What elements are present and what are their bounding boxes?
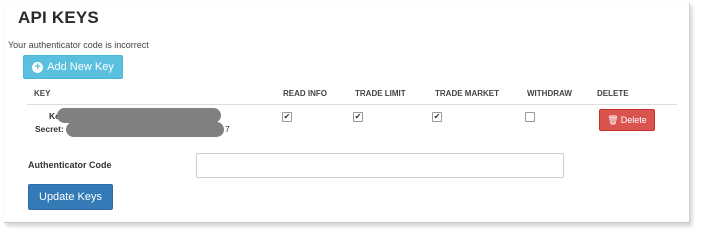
- update-keys-button[interactable]: Update Keys: [28, 184, 113, 210]
- error-message: Your authenticator code is incorrect: [8, 40, 149, 50]
- column-header-read-info: READ INFO: [283, 89, 327, 98]
- read-info-checkbox[interactable]: ✔: [282, 112, 292, 122]
- column-header-withdraw: WITHDRAW: [527, 89, 572, 98]
- delete-button[interactable]: 🗑 Delete: [599, 109, 655, 131]
- trade-market-checkbox[interactable]: ✔: [432, 112, 442, 122]
- delete-label: Delete: [620, 115, 647, 125]
- trash-icon: 🗑: [607, 114, 619, 125]
- table-header-divider: [27, 104, 677, 105]
- authenticator-code-label: Authenticator Code: [28, 160, 112, 170]
- add-new-key-label: Add New Key: [47, 61, 114, 73]
- trade-limit-checkbox[interactable]: ✔: [353, 112, 363, 122]
- secret-label: Secret:: [35, 124, 64, 134]
- authenticator-code-input[interactable]: [196, 153, 564, 178]
- column-header-trade-limit: TRADE LIMIT: [355, 89, 406, 98]
- column-header-delete: DELETE: [597, 89, 629, 98]
- page-title: API KEYS: [18, 8, 99, 27]
- secret-value-redacted: [66, 122, 224, 137]
- withdraw-checkbox[interactable]: [525, 112, 535, 122]
- secret-suffix: 7: [225, 124, 230, 134]
- update-keys-label: Update Keys: [39, 191, 102, 203]
- add-new-key-button[interactable]: + Add New Key: [23, 55, 123, 79]
- plus-circle-icon: +: [32, 61, 44, 73]
- column-header-trade-market: TRADE MARKET: [435, 89, 499, 98]
- column-header-key: KEY: [34, 89, 51, 98]
- key-value-redacted: [57, 108, 221, 123]
